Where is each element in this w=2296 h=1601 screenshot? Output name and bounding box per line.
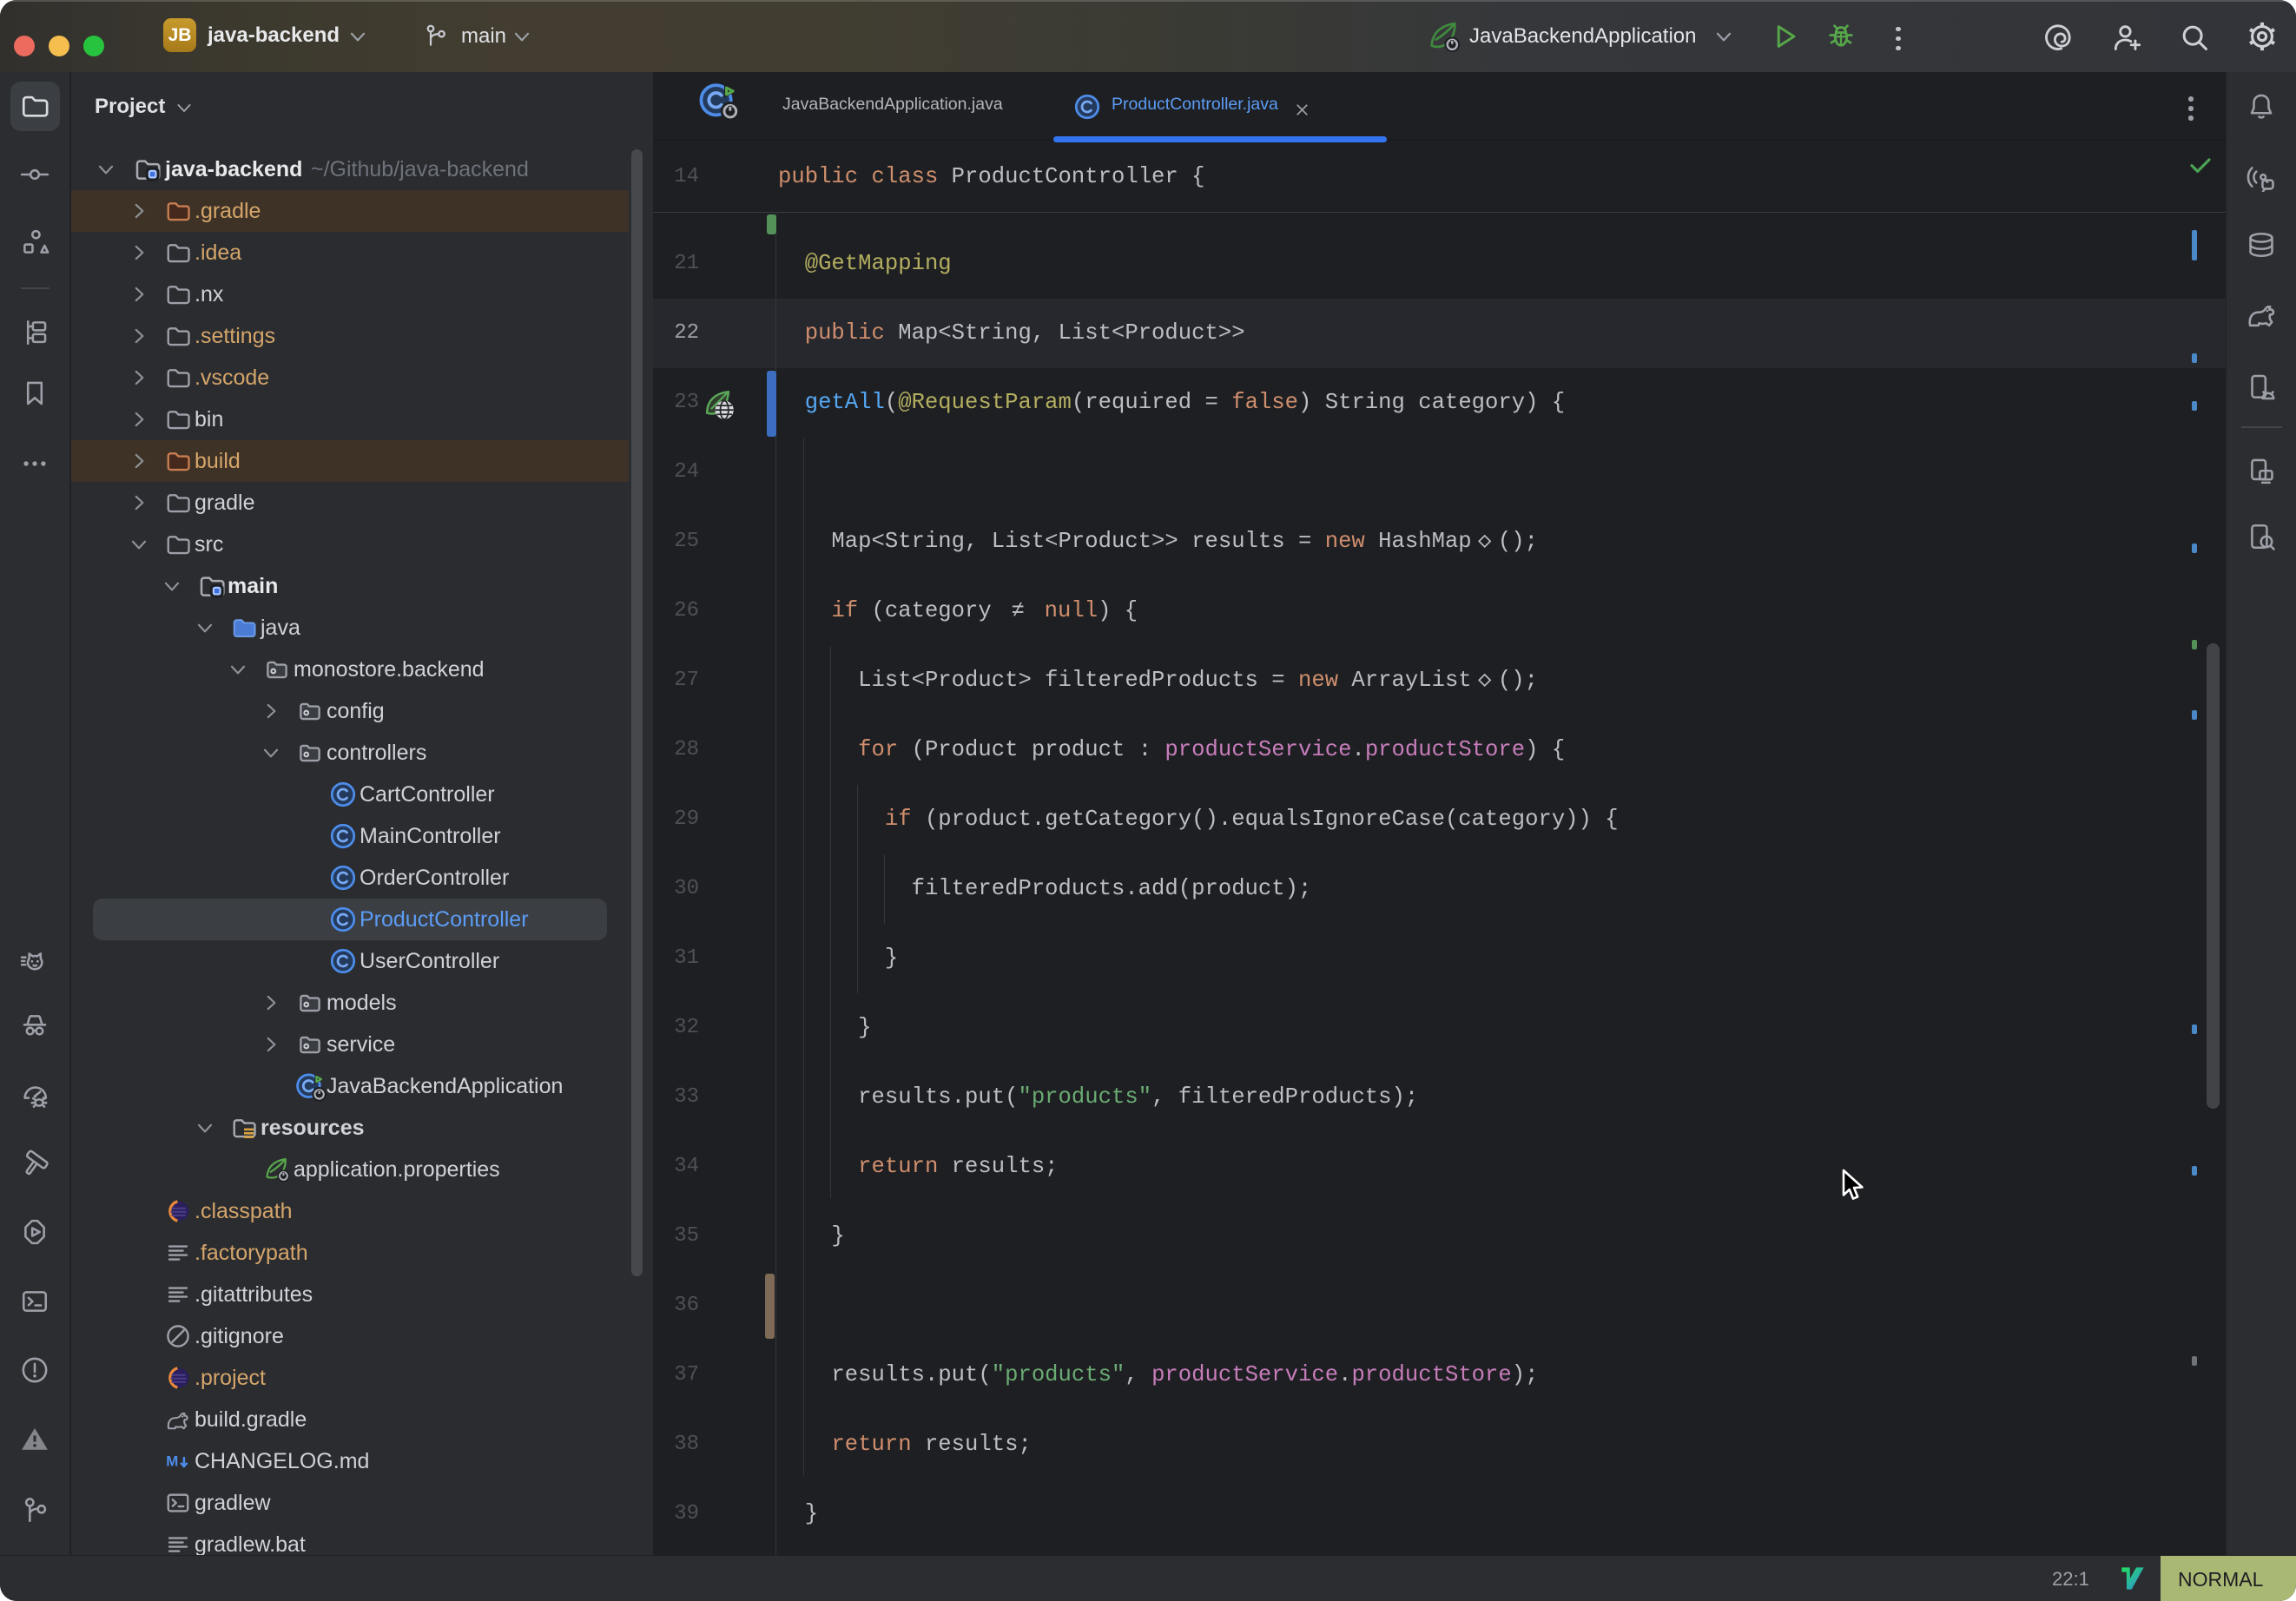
svg-text:M: M	[166, 1453, 178, 1470]
